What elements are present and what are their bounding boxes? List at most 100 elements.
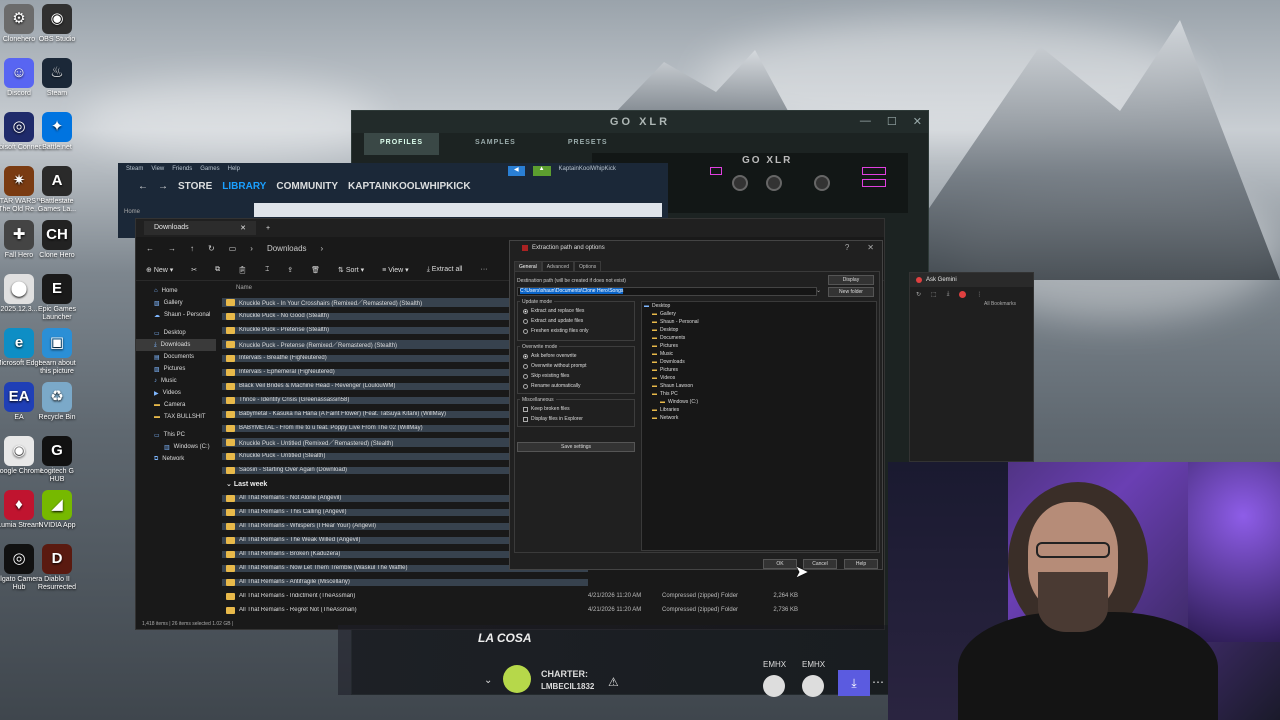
pad-icon[interactable] (862, 179, 886, 187)
close-icon[interactable]: ✕ (913, 115, 922, 128)
radio-icon[interactable] (523, 308, 528, 314)
download-icon[interactable]: ⤓ (947, 291, 950, 298)
notification-icon[interactable]: ▲ (532, 166, 551, 176)
knob-icon[interactable] (814, 175, 830, 191)
desktop-shortcut[interactable]: ▣ Learn about this picture (32, 328, 82, 376)
nav-store[interactable]: STORE (178, 181, 212, 192)
tree-node[interactable]: ▬ Windows (C:) (642, 398, 876, 406)
checkbox-option[interactable]: Display files in Explorer (523, 416, 583, 422)
gemini-window[interactable]: Ask Gemini ↻ ⬚ ⤓ ⋮ All Bookmarks (909, 272, 1034, 462)
sidebar-item[interactable]: ♪ Music (136, 375, 216, 387)
tree-node[interactable]: ▬ Network (642, 414, 876, 422)
pad-icon[interactable] (862, 167, 886, 175)
desktop-shortcut[interactable]: E Epic Games Launcher (32, 274, 82, 322)
tree-node[interactable]: ▬ Shaun Lawson (642, 382, 876, 390)
table-row[interactable]: All That Remains - Antifragile (Miscella… (222, 575, 882, 589)
tab-presets[interactable]: PRESETS (552, 133, 624, 155)
radio-icon[interactable] (523, 328, 528, 334)
up-icon[interactable]: ↑ (190, 244, 194, 253)
forward-icon[interactable]: → (168, 244, 176, 253)
nav-profile[interactable]: KAPTAINKOOLWHIPKICK (348, 181, 471, 192)
nav-community[interactable]: COMMUNITY (276, 181, 338, 192)
new-button[interactable]: ⊕ New ▾ (146, 266, 173, 274)
extension-icon[interactable]: ⬚ (931, 291, 937, 298)
radio-icon[interactable] (523, 383, 528, 389)
tree-node[interactable]: ▬ Documents (642, 334, 876, 342)
help-icon[interactable]: ? (845, 243, 849, 252)
checkbox-icon[interactable] (523, 406, 528, 412)
desktop-shortcut[interactable]: G Logitech G HUB (32, 436, 82, 484)
paste-icon[interactable]: 📋︎ (238, 266, 247, 274)
cut-icon[interactable]: ✂ (191, 266, 197, 274)
more-icon[interactable]: ⋯ (872, 675, 884, 689)
new-tab-icon[interactable]: + (266, 225, 270, 232)
all-bookmarks-link[interactable]: All Bookmarks (910, 301, 1033, 307)
chevron-down-icon[interactable]: ⌄ (816, 287, 821, 294)
tree-node[interactable]: ▬ Pictures (642, 342, 876, 350)
pad-icon[interactable] (710, 167, 722, 175)
radio-icon[interactable] (523, 363, 528, 369)
radio-option[interactable]: Ask before overwrite (523, 353, 577, 359)
close-icon[interactable]: ✕ (867, 243, 874, 252)
desktop-shortcut[interactable]: ◢ NVIDIA App (32, 490, 82, 530)
share-icon[interactable]: ⇪ (287, 266, 293, 274)
maximize-icon[interactable]: ☐ (887, 115, 897, 128)
desktop-shortcut[interactable]: ♻ Recycle Bin (32, 382, 82, 422)
ok-button[interactable]: OK (763, 559, 797, 569)
sidebar-item[interactable]: ▬ TAX BULLSHIT (136, 411, 216, 423)
sidebar-item[interactable]: ⧉ Network (136, 453, 216, 465)
download-icon[interactable]: ⤓ (838, 670, 870, 696)
menu-steam[interactable]: Steam (126, 166, 143, 176)
menu-friends[interactable]: Friends (172, 166, 192, 176)
tree-node[interactable]: ▬ Desktop (642, 302, 876, 310)
nav-library[interactable]: LIBRARY (222, 181, 266, 192)
more-icon[interactable]: ⋮ (976, 291, 982, 298)
close-tab-icon[interactable]: ✕ (240, 224, 246, 232)
sidebar-item[interactable]: ▭ Desktop (136, 327, 216, 339)
refresh-icon[interactable]: ↻ (916, 291, 921, 298)
desktop-shortcut[interactable]: ♨ Steam (32, 58, 82, 98)
menu-games[interactable]: Games (200, 166, 219, 176)
desktop-shortcut[interactable]: ◉ OBS Studio (32, 4, 82, 44)
radio-option[interactable]: Skip existing files (523, 373, 569, 379)
radio-icon[interactable] (523, 353, 528, 359)
sidebar-item[interactable]: ▶ Videos (136, 387, 216, 399)
radio-option[interactable]: Freshen existing files only (523, 328, 589, 334)
knob-icon[interactable] (732, 175, 748, 191)
tab-downloads[interactable]: Downloads ✕ (144, 221, 256, 235)
knob-icon[interactable] (766, 175, 782, 191)
steam-account[interactable]: KaptainKoolWhipKick (559, 166, 616, 176)
tree-node[interactable]: ▬ Desktop (642, 326, 876, 334)
tree-node[interactable]: ▬ Downloads (642, 358, 876, 366)
sidebar-item[interactable]: ⌂ Home (136, 285, 216, 297)
extract-all-button[interactable]: ⤓ Extract all (427, 266, 463, 274)
table-row[interactable]: All That Remains - Regret Not (TheAssman… (222, 603, 882, 617)
radio-option[interactable]: Extract and replace files (523, 308, 584, 314)
sidebar-item[interactable]: ▨ Pictures (136, 363, 216, 375)
steam-home-link[interactable]: Home (124, 209, 140, 215)
tree-node[interactable]: ▬ Libraries (642, 406, 876, 414)
forward-icon[interactable]: → (158, 181, 168, 192)
extraction-dialog[interactable]: Extraction path and options ? ✕ General … (509, 240, 883, 570)
folder-tree[interactable]: ▬ Desktop ▬ Gallery ▬ Shaun - Personal ▬ Deskto… (641, 301, 877, 551)
checkbox-icon[interactable] (523, 416, 528, 422)
tab-profiles[interactable]: PROFILES (364, 133, 440, 155)
tree-node[interactable]: ▬ Music (642, 350, 876, 358)
radio-option[interactable]: Extract and update files (523, 318, 583, 324)
help-button[interactable]: Help (844, 559, 878, 569)
tree-node[interactable]: ▬ Gallery (642, 310, 876, 318)
tab-samples[interactable]: SAMPLES (459, 133, 532, 155)
desktop-shortcut[interactable]: CH Clone Hero (32, 220, 82, 260)
rename-icon[interactable]: ⌶ (265, 266, 269, 274)
table-row[interactable]: All That Remains - Indictment (TheAssman… (222, 589, 882, 603)
back-icon[interactable]: ← (138, 181, 148, 192)
tree-node[interactable]: ▬ Pictures (642, 366, 876, 374)
breadcrumb[interactable]: Downloads (267, 244, 307, 253)
checkbox-option[interactable]: Keep broken files (523, 406, 570, 412)
radio-option[interactable]: Rename automatically (523, 383, 580, 389)
sort-button[interactable]: ⇅ Sort ▾ (338, 266, 364, 274)
back-icon[interactable]: ← (146, 244, 154, 253)
desktop-shortcut[interactable]: D Diablo II Resurrected (32, 544, 82, 592)
broadcast-icon[interactable]: ◀ (507, 166, 525, 176)
copy-icon[interactable]: ⧉ (215, 266, 220, 274)
